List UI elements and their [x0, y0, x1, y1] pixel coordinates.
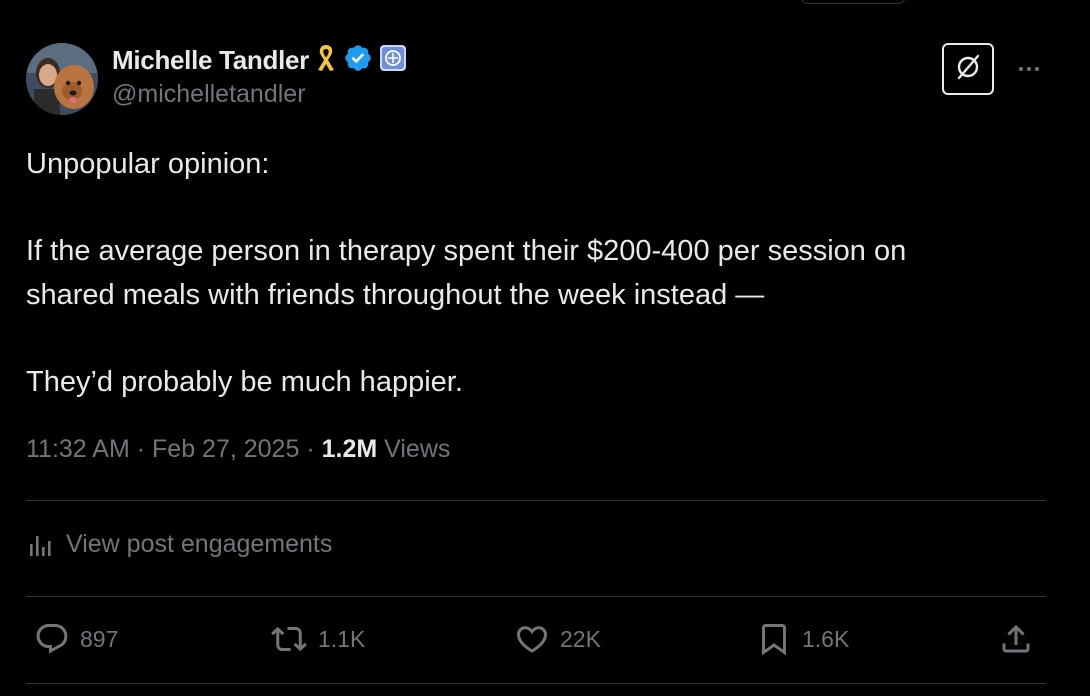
view-engagements-button[interactable]: View post engagements: [28, 530, 332, 559]
reply-icon: [34, 621, 70, 657]
divider: [26, 596, 1046, 597]
affiliate-badge-icon[interactable]: [379, 44, 407, 77]
ribbon-icon: [315, 43, 337, 78]
tweet-line: shared meals with friends throughout the…: [26, 278, 765, 311]
reply-button[interactable]: 897: [34, 616, 118, 662]
bookmark-count: 1.6K: [802, 625, 850, 652]
more-button[interactable]: [1012, 56, 1046, 82]
grok-button[interactable]: [942, 43, 994, 95]
divider: [26, 683, 1046, 684]
meta-separator: ·: [306, 435, 315, 463]
tweet-meta: 11:32 AM · Feb 27, 2025 · 1.2M Views: [26, 435, 450, 464]
top-pill-button[interactable]: [800, 0, 906, 4]
more-icon-dot: [1035, 67, 1039, 71]
repost-count: 1.1K: [318, 625, 366, 652]
like-button[interactable]: 22K: [514, 616, 601, 662]
repost-button[interactable]: 1.1K: [270, 616, 365, 662]
tweet-text: Unpopular opinion: If the average person…: [26, 143, 1036, 404]
author-block: Michelle Tandler @michelletandler: [112, 42, 407, 109]
like-count: 22K: [560, 625, 601, 652]
view-engagements-label: View post engagements: [66, 530, 333, 558]
tweet-line: Unpopular opinion:: [26, 148, 270, 180]
analytics-icon: [28, 532, 54, 558]
grok-icon: [953, 52, 983, 87]
user-handle[interactable]: @michelletandler: [112, 80, 407, 109]
display-name[interactable]: Michelle Tandler: [112, 45, 309, 76]
tweet-date[interactable]: Feb 27, 2025: [152, 435, 299, 463]
more-icon-dot: [1019, 67, 1023, 71]
bookmark-icon: [756, 620, 792, 658]
views-count: 1.2M: [321, 435, 378, 463]
tweet-line: If the average person in therapy spent t…: [26, 235, 907, 267]
meta-separator: ·: [136, 435, 146, 463]
like-icon: [514, 621, 550, 657]
tweet-time[interactable]: 11:32 AM: [26, 435, 130, 463]
divider: [26, 500, 1046, 501]
views-label: Views: [384, 435, 451, 463]
avatar[interactable]: [26, 43, 98, 115]
share-icon: [998, 621, 1034, 657]
bookmark-button[interactable]: 1.6K: [756, 616, 849, 662]
repost-icon: [270, 621, 308, 657]
action-bar: 897 1.1K 22K 1.6K: [30, 616, 1040, 662]
tweet-line: They’d probably be much happier.: [26, 365, 463, 398]
verified-badge-icon[interactable]: [343, 43, 373, 78]
more-icon-dot: [1027, 67, 1031, 71]
reply-count: 897: [80, 625, 119, 652]
share-button[interactable]: [998, 616, 1034, 662]
